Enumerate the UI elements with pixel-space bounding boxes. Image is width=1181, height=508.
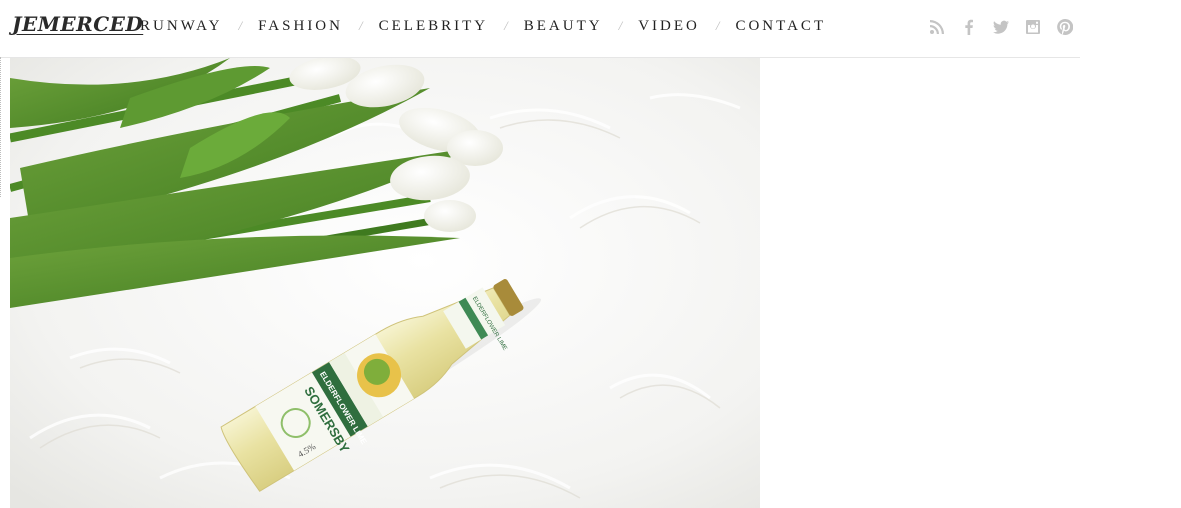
nav-item-beauty[interactable]: BEAUTY [524,18,603,35]
site-logo[interactable]: JEMERCED [12,12,143,36]
twitter-icon[interactable] [991,17,1011,37]
nav-item-contact[interactable]: CONTACT [735,18,826,35]
nav-item-fashion[interactable]: FASHION [258,18,343,35]
nav-separator: / [358,18,363,33]
hero-image[interactable]: SOMERSBY ELDERFLOWER LIME 4.5% ELDERFLOW… [10,58,760,508]
nav-item-runway[interactable]: RUNWAY [140,18,222,35]
nav-item-video[interactable]: VIDEO [638,18,700,35]
site-header: JEMERCED RUNWAY / FASHION / CELEBRITY / … [0,0,1080,58]
pinterest-icon[interactable] [1055,17,1075,37]
left-divider [0,57,2,197]
instagram-icon[interactable] [1023,17,1043,37]
nav-separator: / [618,18,623,33]
nav-separator: / [715,18,720,33]
rss-icon[interactable] [927,17,947,37]
facebook-icon[interactable] [959,17,979,37]
nav-separator: / [238,18,243,33]
nav-item-celebrity[interactable]: CELEBRITY [379,18,489,35]
main-nav: RUNWAY / FASHION / CELEBRITY / BEAUTY / … [140,16,826,36]
nav-separator: / [504,18,508,33]
social-links [927,17,1075,37]
